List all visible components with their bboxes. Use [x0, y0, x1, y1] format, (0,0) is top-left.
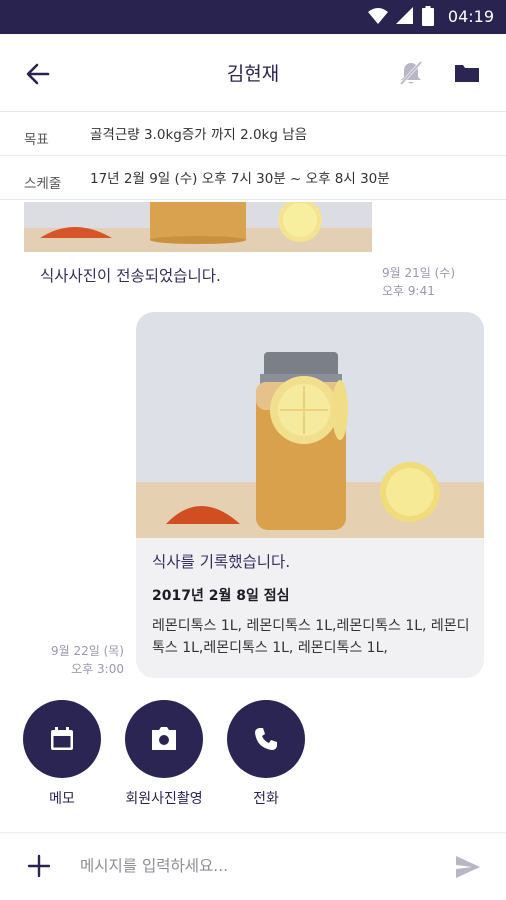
call-button-circle[interactable]: [227, 700, 305, 778]
schedule-value: 17년 2월 9일 (수) 오후 7시 30분 ~ 오후 8시 30분: [90, 171, 390, 187]
meal-card-date: 2017년 2월 8일 점심: [152, 588, 290, 604]
schedule-row: 스케줄 17년 2월 9일 (수) 오후 7시 30분 ~ 오후 8시 30분: [0, 156, 506, 200]
member-photo-button-circle[interactable]: [125, 700, 203, 778]
message-date: 9월 21일 (수): [382, 266, 456, 280]
notifications-off-icon[interactable]: [396, 58, 426, 88]
goal-value: 골격근량 3.0kg증가 까지 2.0kg 남음: [90, 127, 308, 143]
message-input[interactable]: [80, 857, 440, 875]
memo-label: 메모: [49, 791, 75, 807]
camera-icon: [152, 727, 176, 750]
meal-photo-previous[interactable]: [24, 202, 372, 252]
quick-actions: 메모 회원사진촬영 전화: [0, 700, 506, 832]
call-button[interactable]: 전화: [226, 700, 306, 808]
schedule-label: 스케줄: [24, 176, 62, 192]
message-text: 식사사진이 전송되었습니다.: [40, 267, 221, 285]
status-icons: 04:19: [367, 6, 494, 26]
status-time: 04:19: [447, 6, 494, 26]
chat-area[interactable]: 식사사진이 전송되었습니다. 9월 21일 (수) 오후 9:41 식사를 기록…: [0, 202, 506, 700]
folder-icon[interactable]: [452, 58, 482, 88]
meal-record-card[interactable]: 식사를 기록했습니다. 2017년 2월 8일 점심 레몬디톡스 1L, 레몬디…: [136, 312, 484, 678]
wifi-icon: [367, 8, 388, 24]
signal-icon: [395, 7, 413, 24]
battery-icon: [421, 6, 434, 26]
meal-card-detail: 레몬디톡스 1L, 레몬디톡스 1L,레몬디톡스 1L, 레몬디톡스 1L,레몬…: [152, 618, 470, 656]
goal-row: 목표 골격근량 3.0kg증가 까지 2.0kg 남음: [0, 112, 506, 156]
page-title: 김현재: [226, 63, 280, 85]
plus-icon[interactable]: [24, 851, 54, 881]
client-info: 목표 골격근량 3.0kg증가 까지 2.0kg 남음 스케줄 17년 2월 9…: [0, 112, 506, 200]
send-icon[interactable]: [454, 853, 482, 881]
goal-label: 목표: [24, 132, 49, 148]
member-photo-button[interactable]: 회원사진촬영: [124, 700, 204, 808]
message-timestamp: 9월 22일 (목) 오후 3:00: [30, 642, 124, 678]
app-bar: 김현재: [0, 34, 506, 112]
message-composer: [0, 832, 506, 900]
message-date: 9월 22일 (목): [50, 644, 124, 658]
status-bar: 04:19: [0, 0, 506, 34]
phone-icon: [255, 728, 277, 750]
call-label: 전화: [253, 791, 279, 807]
calendar-icon: [51, 727, 73, 750]
meal-card-title: 식사를 기록했습니다.: [152, 553, 291, 571]
memo-button-circle[interactable]: [23, 700, 101, 778]
member-photo-label: 회원사진촬영: [125, 791, 203, 807]
memo-button[interactable]: 메모: [22, 700, 102, 808]
meal-photo[interactable]: [136, 312, 484, 538]
message-time: 오후 9:41: [382, 284, 435, 298]
message-time: 오후 3:00: [71, 662, 124, 676]
message-timestamp: 9월 21일 (수) 오후 9:41: [382, 264, 455, 300]
